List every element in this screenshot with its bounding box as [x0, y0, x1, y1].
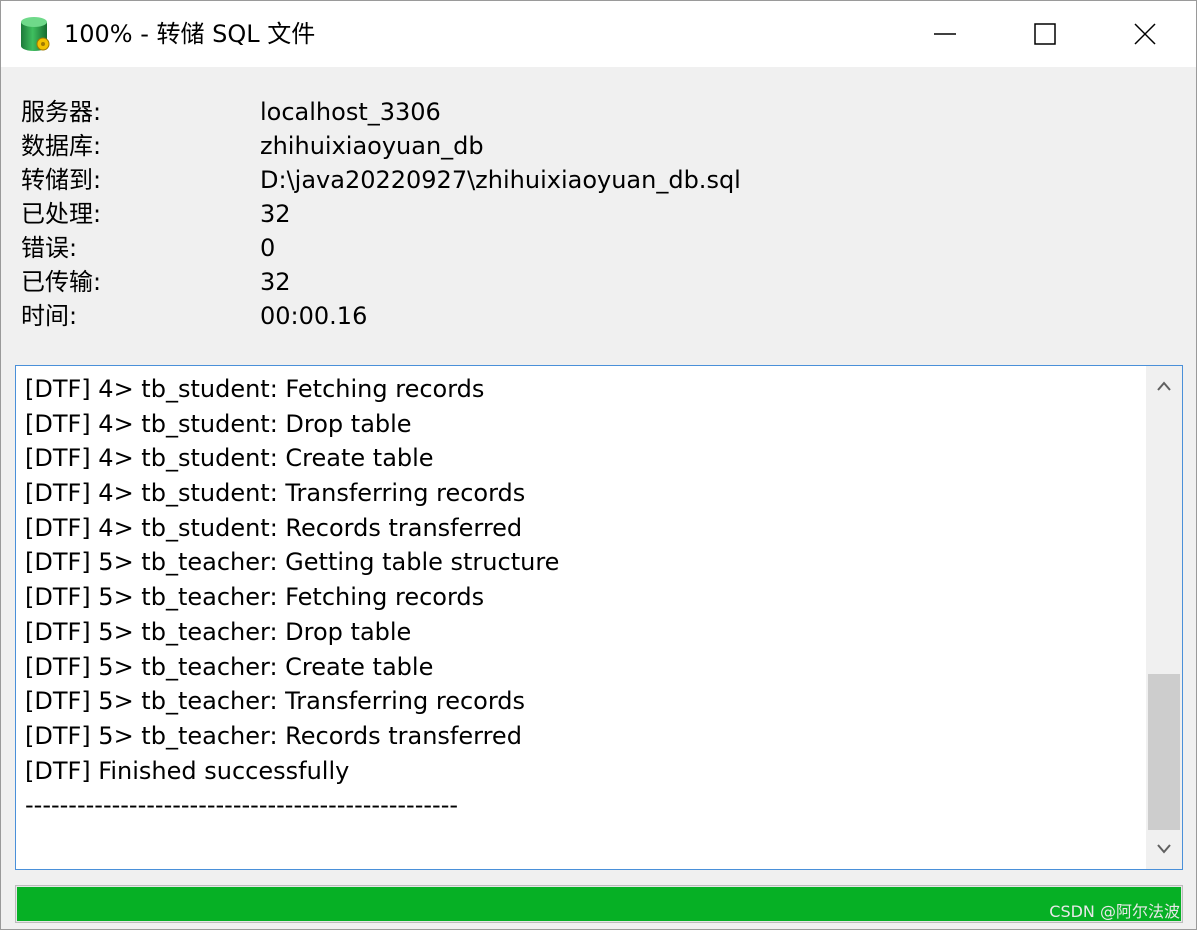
processed-label: 已处理:	[21, 200, 102, 228]
dump-to-label: 转储到:	[21, 166, 102, 194]
errors-label: 错误:	[21, 234, 78, 262]
log-line: [DTF] Finished successfully	[25, 756, 350, 785]
time-value: 00:00.16	[260, 302, 368, 330]
minimize-icon	[934, 33, 956, 35]
progress-bar	[15, 885, 1183, 923]
maximize-icon	[1034, 23, 1056, 45]
log-line: [DTF] 4> tb_student: Create table	[25, 444, 434, 473]
errors-value: 0	[260, 234, 276, 262]
transferred-value: 32	[260, 268, 291, 296]
database-icon	[21, 17, 50, 51]
log-separator: ----------------------------------------…	[25, 791, 459, 820]
database-label: 数据库:	[21, 132, 102, 160]
progress-fill	[17, 887, 1181, 921]
log-output-box[interactable]: [DTF] 4> tb_student: Fetching records [D…	[15, 365, 1183, 870]
log-line: [DTF] 5> tb_teacher: Create table	[25, 652, 434, 681]
window-title: 100% - 转储 SQL 文件	[64, 20, 316, 48]
close-icon	[1134, 23, 1156, 45]
log-line: [DTF] 4> tb_student: Transferring record…	[25, 479, 526, 508]
server-label: 服务器:	[21, 98, 102, 126]
log-scrollbar[interactable]	[1146, 366, 1182, 869]
minimize-button[interactable]	[895, 1, 995, 67]
scroll-up-button[interactable]	[1146, 366, 1182, 406]
title-bar[interactable]: 100% - 转储 SQL 文件	[1, 1, 1196, 67]
log-line: [DTF] 4> tb_student: Fetching records	[25, 375, 485, 403]
chevron-down-icon	[1157, 844, 1171, 854]
time-label: 时间:	[21, 302, 78, 330]
server-value: localhost_3306	[260, 98, 441, 126]
processed-value: 32	[260, 200, 291, 228]
log-line: [DTF] 5> tb_teacher: Drop table	[25, 617, 412, 646]
scroll-down-button[interactable]	[1146, 829, 1182, 869]
log-line: [DTF] 4> tb_student: Drop table	[25, 409, 412, 438]
dump-sql-window: 100% - 转储 SQL 文件 服务器: localhost_3306 数据库…	[0, 0, 1197, 930]
log-line: [DTF] 5> tb_teacher: Transferring record…	[25, 687, 526, 716]
log-line: [DTF] 5> tb_teacher: Getting table struc…	[25, 548, 560, 577]
dump-to-value: D:\java20220927\zhihuixiaoyuan_db.sql	[260, 166, 741, 194]
log-line: [DTF] 4> tb_student: Records transferred	[25, 513, 523, 542]
scroll-thumb[interactable]	[1148, 674, 1180, 830]
watermark: CSDN @阿尔法波	[1049, 902, 1180, 921]
log-line: [DTF] 5> tb_teacher: Fetching records	[25, 583, 485, 612]
database-value: zhihuixiaoyuan_db	[260, 132, 484, 160]
close-button[interactable]	[1095, 1, 1195, 67]
log-lines: [DTF] 4> tb_student: Fetching records [D…	[25, 372, 559, 823]
transferred-label: 已传输:	[21, 268, 102, 296]
maximize-button[interactable]	[995, 1, 1095, 67]
chevron-up-icon	[1157, 381, 1171, 391]
log-line: [DTF] 5> tb_teacher: Records transferred	[25, 721, 522, 750]
